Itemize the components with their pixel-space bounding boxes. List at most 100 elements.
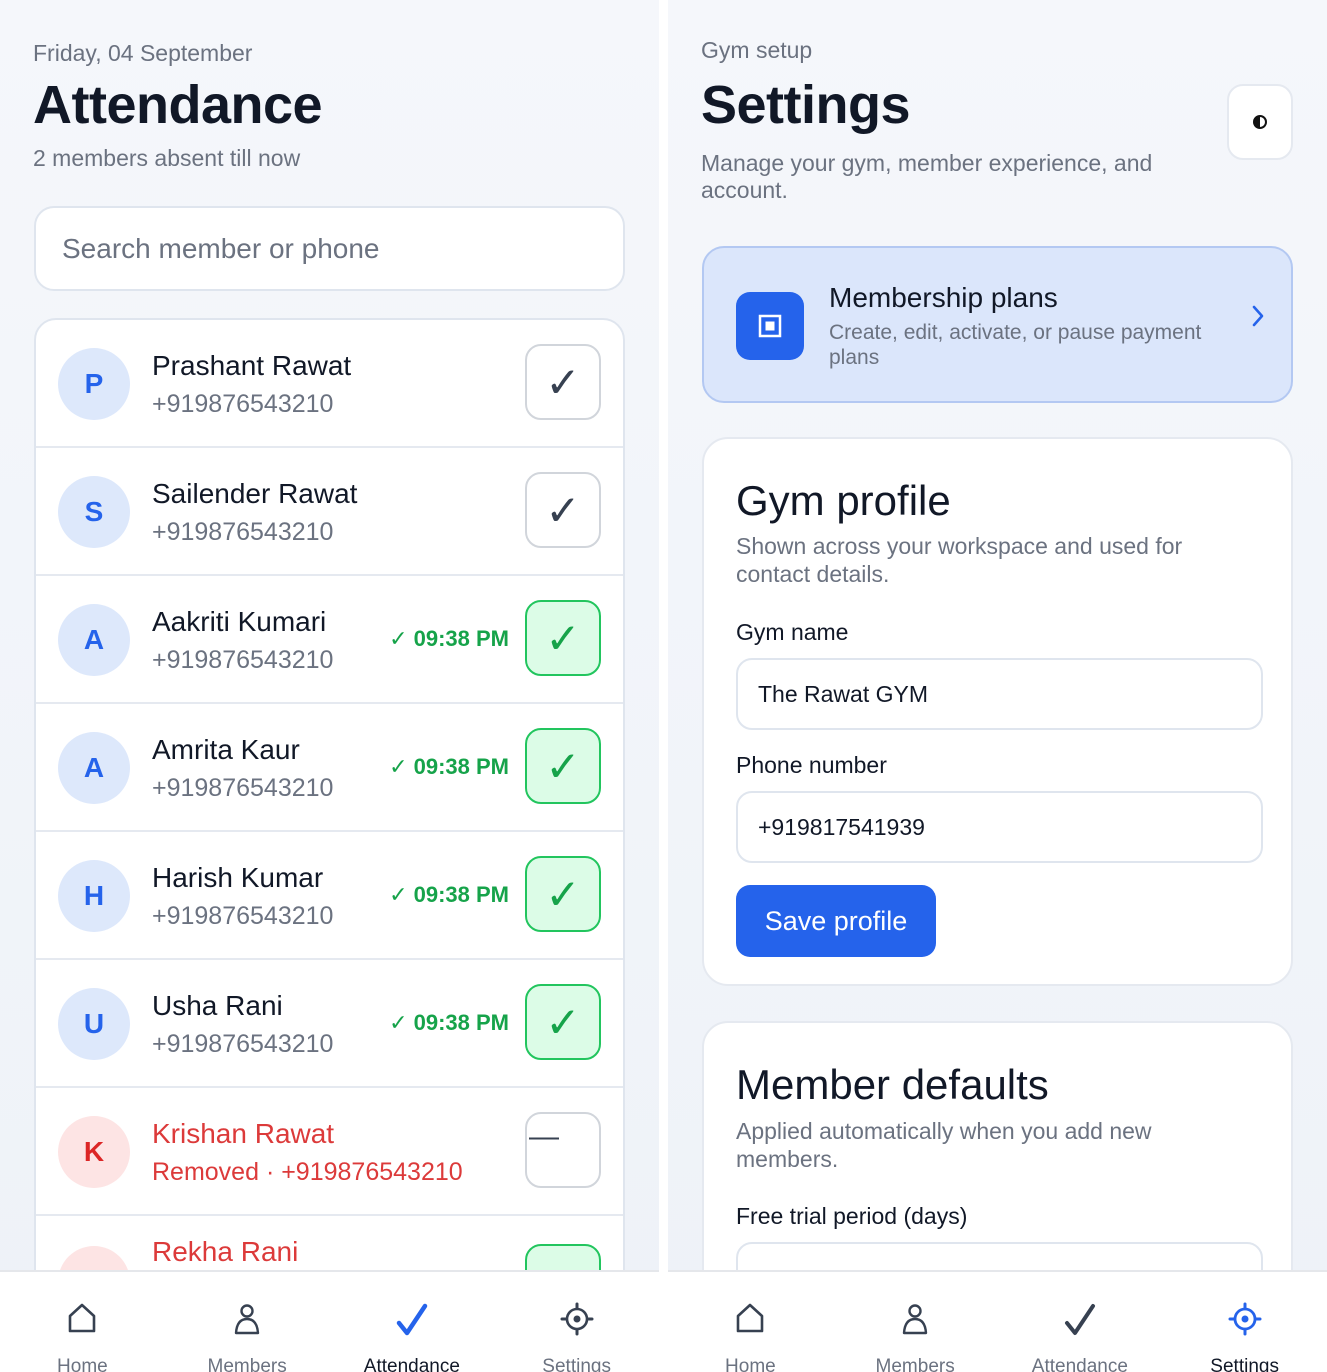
- nav-settings[interactable]: Settings: [494, 1272, 659, 1372]
- member-phone: +919876543210: [152, 902, 334, 930]
- attendance-screen: Friday, 04 September Attendance 2 member…: [0, 0, 659, 1372]
- member-row[interactable]: P Prashant Rawat +919876543210 ✓: [36, 320, 623, 448]
- page-title: Attendance: [33, 75, 323, 135]
- nav-home[interactable]: Home: [0, 1272, 165, 1372]
- search-input[interactable]: [62, 232, 623, 265]
- nav-home[interactable]: Home: [668, 1272, 833, 1372]
- member-phone: +919876543210: [152, 1030, 334, 1058]
- phone-field: [736, 791, 1263, 863]
- avatar: A: [58, 732, 130, 804]
- plans-icon: [736, 292, 804, 360]
- check-icon: ✓: [545, 358, 581, 406]
- member-phone: +919876543210: [152, 518, 334, 546]
- gear-icon: [1162, 1302, 1327, 1342]
- member-row[interactable]: A Amrita Kaur +919876543210 ✓ 09:38 PM ✓: [36, 704, 623, 832]
- home-icon: [668, 1302, 833, 1342]
- card-description: Shown across your workspace and used for…: [736, 533, 1183, 587]
- person-icon: [833, 1302, 998, 1342]
- avatar: A: [58, 604, 130, 676]
- nav-label: Attendance: [1031, 1356, 1128, 1372]
- avatar: H: [58, 860, 130, 932]
- member-row[interactable]: U Usha Rani +919876543210 ✓ 09:38 PM ✓: [36, 960, 623, 1088]
- absent-summary: 2 members absent till now: [33, 145, 301, 171]
- card-description: Applied automatically when you add new m…: [736, 1118, 1152, 1172]
- member-phone: +919876543210: [152, 390, 334, 418]
- plans-description: Create, edit, activate, or pause payment…: [829, 321, 1202, 369]
- page-title: Settings: [701, 75, 911, 135]
- nav-members[interactable]: Members: [833, 1272, 998, 1372]
- check-icon: [330, 1302, 495, 1342]
- search-box: [34, 206, 625, 291]
- check-icon: ✓: [545, 998, 581, 1046]
- save-profile-button[interactable]: Save profile: [736, 885, 936, 957]
- member-row[interactable]: H Harish Kumar +919876543210 ✓ 09:38 PM …: [36, 832, 623, 960]
- gym-name-input[interactable]: [758, 680, 1261, 708]
- page-description: Manage your gym, member experience, and …: [701, 150, 1153, 203]
- member-list: P Prashant Rawat +919876543210 ✓ S Saile…: [34, 318, 625, 1298]
- member-name: Krishan Rawat: [152, 1118, 335, 1149]
- plans-title: Membership plans: [829, 282, 1058, 313]
- nav-members[interactable]: Members: [165, 1272, 330, 1372]
- minus-icon: —: [529, 1120, 559, 1153]
- member-phone: +919876543210: [152, 774, 334, 802]
- person-icon: [165, 1302, 330, 1342]
- member-name: Amrita Kaur: [152, 734, 300, 765]
- attendance-checkbox[interactable]: ✓: [525, 344, 601, 420]
- attendance-checkbox[interactable]: ✓: [525, 600, 601, 676]
- home-icon: [0, 1302, 165, 1342]
- gym-name-label: Gym name: [736, 619, 849, 645]
- nav-label: Home: [57, 1356, 108, 1372]
- member-name: Harish Kumar: [152, 862, 324, 893]
- checkin-time: ✓ 09:38 PM: [389, 754, 509, 779]
- card-title: Member defaults: [736, 1061, 1049, 1108]
- attendance-checkbox[interactable]: ✓: [525, 472, 601, 548]
- contrast-icon: [1253, 115, 1267, 129]
- page-eyebrow: Gym setup: [701, 37, 813, 63]
- check-icon: [998, 1302, 1163, 1342]
- nav-label: Members: [207, 1356, 287, 1372]
- nav-label: Settings: [1210, 1356, 1279, 1372]
- check-icon: ✓: [545, 486, 581, 534]
- member-name: Aakriti Kumari: [152, 606, 327, 637]
- card-title: Gym profile: [736, 477, 951, 524]
- checkin-time: ✓ 09:38 PM: [389, 1010, 509, 1035]
- bottom-nav: Home Members Attendance Settings: [0, 1270, 659, 1372]
- settings-screen: Gym setup Settings Manage your gym, memb…: [668, 0, 1327, 1372]
- nav-attendance[interactable]: Attendance: [330, 1272, 495, 1372]
- nav-settings[interactable]: Settings: [1162, 1272, 1327, 1372]
- nav-label: Settings: [542, 1356, 611, 1372]
- avatar: P: [58, 348, 130, 420]
- member-row[interactable]: K Krishan Rawat Removed · +919876543210 …: [36, 1088, 623, 1216]
- member-name: Prashant Rawat: [152, 350, 352, 381]
- membership-plans-card[interactable]: Membership plans Create, edit, activate,…: [702, 246, 1293, 403]
- trial-label: Free trial period (days): [736, 1203, 968, 1229]
- attendance-checkbox[interactable]: ✓: [525, 856, 601, 932]
- gym-profile-card: Gym profile Shown across your workspace …: [702, 437, 1293, 986]
- member-name: Rekha Rani: [152, 1236, 299, 1267]
- checkin-time: ✓ 09:38 PM: [389, 882, 509, 907]
- nav-label: Home: [725, 1356, 776, 1372]
- check-icon: ✓: [545, 870, 581, 918]
- attendance-checkbox[interactable]: —: [525, 1112, 601, 1188]
- phone-label: Phone number: [736, 752, 887, 778]
- chevron-right-icon: [1251, 304, 1265, 333]
- nav-attendance[interactable]: Attendance: [998, 1272, 1163, 1372]
- member-name: Sailender Rawat: [152, 478, 358, 509]
- theme-toggle-button[interactable]: [1227, 84, 1293, 160]
- member-phone: +919876543210: [152, 646, 334, 674]
- member-row[interactable]: S Sailender Rawat +919876543210 ✓: [36, 448, 623, 576]
- check-icon: ✓: [545, 614, 581, 662]
- attendance-date: Friday, 04 September: [33, 40, 253, 66]
- member-row[interactable]: A Aakriti Kumari +919876543210 ✓ 09:38 P…: [36, 576, 623, 704]
- bottom-nav: Home Members Attendance Settings: [668, 1270, 1327, 1372]
- avatar: U: [58, 988, 130, 1060]
- checkin-time: ✓ 09:38 PM: [389, 626, 509, 651]
- attendance-checkbox[interactable]: ✓: [525, 984, 601, 1060]
- screen-divider: [659, 0, 668, 1372]
- nav-label: Attendance: [363, 1356, 460, 1372]
- phone-input[interactable]: [758, 813, 1261, 841]
- gym-name-field: [736, 658, 1263, 730]
- attendance-checkbox[interactable]: ✓: [525, 728, 601, 804]
- member-phone: Removed · +919876543210: [152, 1158, 463, 1186]
- member-name: Usha Rani: [152, 990, 283, 1021]
